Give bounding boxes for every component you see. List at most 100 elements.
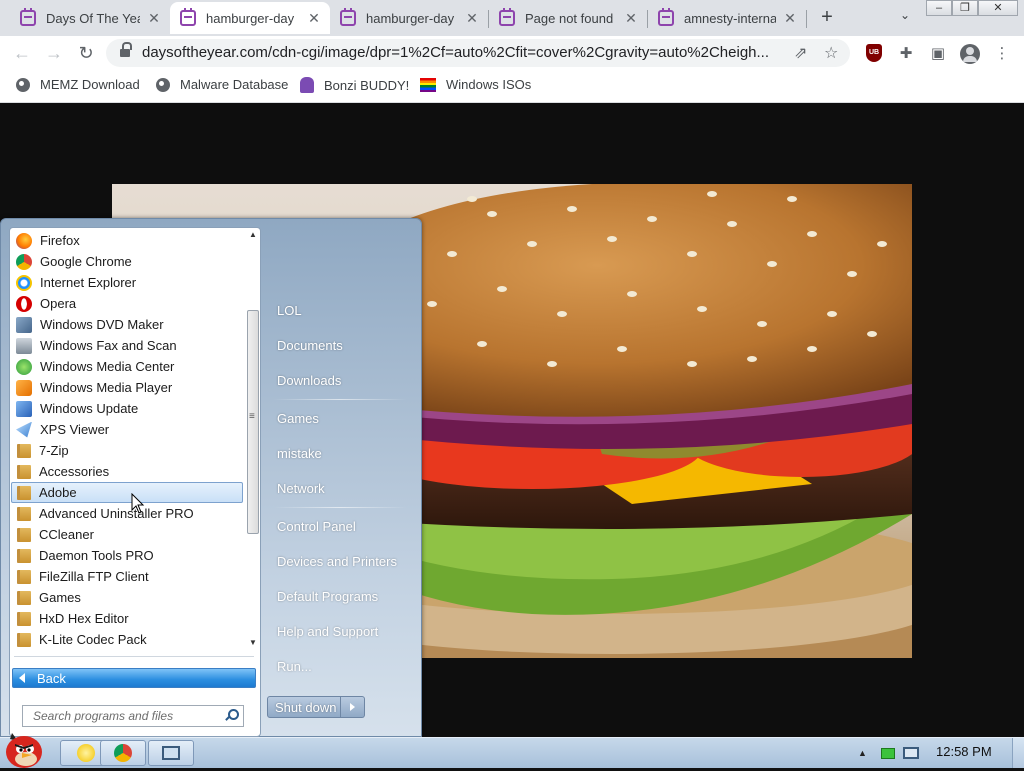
- program-item[interactable]: K-Lite Codec Pack: [11, 629, 243, 650]
- tab-title: hamburger-day: [366, 10, 455, 26]
- search-programs-input[interactable]: Search programs and files: [22, 705, 244, 727]
- program-item[interactable]: HxD Hex Editor: [11, 608, 243, 629]
- start-item-downloads[interactable]: Downloads: [269, 367, 415, 393]
- program-item[interactable]: Daemon Tools PRO: [11, 545, 243, 566]
- program-item[interactable]: XPS Viewer: [11, 419, 243, 440]
- tab-search-chevron-icon[interactable]: ⌄: [896, 8, 914, 26]
- program-item[interactable]: 7-Zip: [11, 440, 243, 461]
- program-item[interactable]: Opera: [11, 293, 243, 314]
- forward-arrow-icon[interactable]: →: [42, 41, 66, 65]
- bookmark-star-icon[interactable]: ☆: [824, 43, 838, 63]
- start-item-devices-and-printers[interactable]: Devices and Printers: [269, 548, 415, 574]
- close-icon[interactable]: ✕: [623, 10, 639, 27]
- profile-avatar-icon[interactable]: [960, 44, 980, 64]
- tab-hamburger-day[interactable]: hamburger-day ✕: [330, 2, 488, 34]
- program-item[interactable]: Games: [11, 587, 243, 608]
- back-arrow-icon[interactable]: ←: [10, 41, 34, 65]
- tab-amnesty[interactable]: amnesty-interna ✕: [648, 2, 806, 34]
- opera-icon: [16, 295, 32, 312]
- side-panel-icon[interactable]: ▣: [928, 44, 948, 64]
- programs-scrollbar[interactable]: ▲ ▼: [246, 230, 260, 650]
- taskbar-chrome-button[interactable]: [100, 740, 146, 766]
- address-bar[interactable]: daysoftheyear.com/cdn-cgi/image/dpr=1%2C…: [106, 39, 850, 67]
- search-icon[interactable]: [225, 709, 239, 721]
- folder-icon: [17, 443, 31, 458]
- program-item[interactable]: Windows DVD Maker: [11, 314, 243, 335]
- start-item-mistake[interactable]: mistake: [269, 440, 415, 466]
- url-text[interactable]: daysoftheyear.com/cdn-cgi/image/dpr=1%2C…: [142, 44, 792, 61]
- bookmark-memz[interactable]: MEMZ Download: [16, 77, 140, 92]
- restore-button[interactable]: ❐: [952, 0, 978, 16]
- close-icon[interactable]: ✕: [146, 10, 162, 27]
- start-orb-angry-bird-icon[interactable]: [2, 729, 46, 768]
- new-tab-button[interactable]: +: [816, 6, 838, 28]
- program-label: Advanced Uninstaller PRO: [39, 506, 194, 521]
- program-label: Windows Fax and Scan: [40, 338, 177, 353]
- close-window-button[interactable]: ✕: [978, 0, 1018, 16]
- scroll-down-icon[interactable]: ▼: [248, 638, 258, 648]
- share-icon[interactable]: ⇗: [794, 43, 807, 63]
- taskbar-switch-windows-button[interactable]: [148, 740, 194, 766]
- program-item[interactable]: CCleaner: [11, 524, 243, 545]
- program-item[interactable]: Internet Explorer: [11, 272, 243, 293]
- start-item-games[interactable]: Games: [269, 405, 415, 431]
- close-icon[interactable]: ✕: [782, 10, 798, 27]
- media-player-icon: [16, 379, 32, 396]
- start-item-help-and-support[interactable]: Help and Support: [269, 618, 415, 644]
- tab-title: Page not found: [525, 10, 614, 26]
- system-tray: ▲: [858, 740, 919, 766]
- more-menu-icon[interactable]: ⋮: [992, 44, 1012, 64]
- battery-icon[interactable]: [880, 747, 895, 759]
- folder-icon: [17, 548, 31, 563]
- back-arrow-icon: [19, 673, 25, 683]
- program-label: FileZilla FTP Client: [39, 569, 149, 584]
- mouse-cursor-icon: [131, 493, 145, 514]
- tab-page-not-found[interactable]: Page not found ✕: [489, 2, 647, 34]
- shut-down-options-arrow-icon[interactable]: [341, 696, 365, 718]
- close-icon[interactable]: ✕: [464, 10, 480, 27]
- bookmark-malware-database[interactable]: Malware Database: [156, 77, 288, 92]
- program-item[interactable]: Windows Media Center: [11, 356, 243, 377]
- taskbar-clock[interactable]: 12:58 PM: [936, 744, 992, 759]
- start-item-default-programs[interactable]: Default Programs: [269, 583, 415, 609]
- show-desktop-button[interactable]: [1012, 738, 1024, 768]
- start-item-documents[interactable]: Documents: [269, 332, 415, 358]
- ublock-extension-icon[interactable]: UB: [866, 44, 882, 62]
- tab-days-of-the-year[interactable]: Days Of The Year ✕: [10, 2, 170, 34]
- program-item[interactable]: Advanced Uninstaller PRO: [11, 503, 243, 524]
- start-item-run[interactable]: Run...: [269, 653, 415, 679]
- tab-hamburger-day-active[interactable]: hamburger-day ✕: [170, 2, 330, 34]
- scroll-up-icon[interactable]: ▲: [248, 230, 258, 240]
- program-label: Windows DVD Maker: [40, 317, 164, 332]
- program-item[interactable]: Windows Update: [11, 398, 243, 419]
- tab-title: Days Of The Year: [46, 10, 140, 26]
- start-item-control-panel[interactable]: Control Panel: [269, 513, 415, 539]
- program-item[interactable]: Firefox: [11, 230, 243, 251]
- divider: [273, 399, 407, 400]
- lock-icon[interactable]: [120, 42, 132, 58]
- bookmark-windows-isos[interactable]: Windows ISOs: [420, 77, 531, 92]
- close-icon[interactable]: ✕: [306, 10, 322, 27]
- minimize-button[interactable]: –: [926, 0, 952, 16]
- program-item-selected[interactable]: Adobe: [11, 482, 243, 503]
- bookmark-bonzi-buddy[interactable]: Bonzi BUDDY!: [300, 77, 409, 93]
- program-item[interactable]: Windows Media Player: [11, 377, 243, 398]
- program-label: Daemon Tools PRO: [39, 548, 154, 563]
- tab-separator: [806, 10, 807, 28]
- show-hidden-icons-icon[interactable]: ▲: [858, 748, 867, 758]
- start-item-lol[interactable]: LOL: [269, 297, 415, 323]
- program-item[interactable]: Accessories: [11, 461, 243, 482]
- program-item[interactable]: Google Chrome: [11, 251, 243, 272]
- reload-icon[interactable]: ↻: [74, 41, 98, 65]
- program-label: Opera: [40, 296, 77, 311]
- scrollbar-thumb[interactable]: [247, 310, 259, 534]
- network-monitor-icon[interactable]: [902, 747, 919, 759]
- program-item[interactable]: Windows Fax and Scan: [11, 335, 243, 356]
- shut-down-button[interactable]: Shut down: [267, 696, 341, 718]
- folder-icon: [17, 506, 31, 521]
- start-item-network[interactable]: Network: [269, 475, 415, 501]
- back-button[interactable]: Back: [12, 668, 256, 688]
- extensions-puzzle-icon[interactable]: ✚: [896, 44, 916, 64]
- divider: [14, 656, 254, 657]
- program-item[interactable]: FileZilla FTP Client: [11, 566, 243, 587]
